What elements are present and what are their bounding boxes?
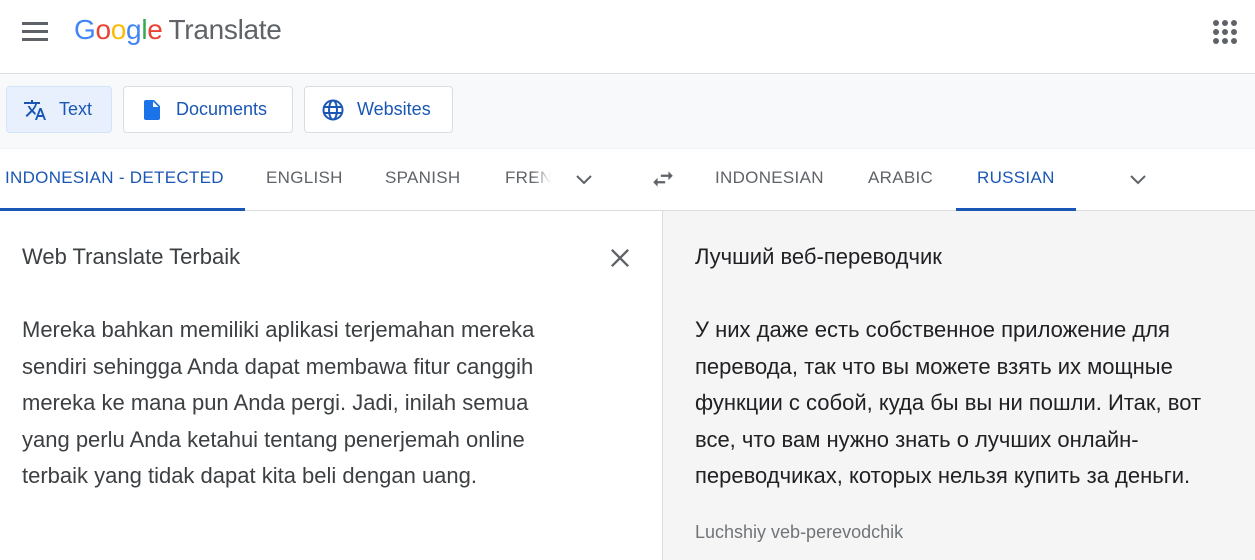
target-lang-more-chevron-down-icon[interactable]	[1126, 167, 1150, 191]
translation-output-area: Лучший веб-переводчик У них даже есть со…	[663, 211, 1255, 560]
mode-label: Text	[59, 99, 93, 119]
logo-letter: G	[74, 14, 96, 45]
target-lang-tab-arabic[interactable]: ARABIC	[868, 149, 933, 210]
mode-selector-bar: Text Documents Websites	[0, 74, 1255, 149]
romanization-text: Luchshiy veb-perevodchik	[695, 522, 904, 542]
clear-source-close-icon[interactable]	[606, 244, 634, 272]
mode-label: Documents	[176, 99, 268, 119]
google-apps-grid-icon[interactable]	[1213, 20, 1237, 44]
logo-letter: e	[147, 14, 163, 45]
translate-icon	[23, 98, 47, 122]
source-lang-tab-english[interactable]: ENGLISH	[266, 149, 343, 210]
hamburger-menu-icon[interactable]	[22, 22, 52, 44]
target-lang-tab-indonesian[interactable]: INDONESIAN	[715, 149, 824, 210]
source-lang-tab-french[interactable]: FREN	[505, 149, 551, 210]
source-lang-tab-spanish[interactable]: SPANISH	[385, 149, 460, 210]
swap-languages-icon[interactable]	[650, 166, 674, 190]
source-lang-more-chevron-down-icon[interactable]	[572, 167, 596, 191]
source-lang-tab-indonesian-detected[interactable]: INDONESIAN - DETECTED	[0, 149, 245, 211]
mode-documents-button[interactable]: Documents	[123, 86, 293, 133]
translation-panes: Web Translate Terbaik Mereka bahkan memi…	[0, 211, 1255, 560]
mode-text-button[interactable]: Text	[6, 86, 112, 133]
product-name: Translate	[168, 14, 282, 45]
globe-icon	[321, 98, 345, 122]
app-header: Google Translate	[0, 0, 1255, 74]
source-text-area[interactable]: Web Translate Terbaik Mereka bahkan memi…	[0, 211, 663, 560]
translated-text: Лучший веб-переводчик У них даже есть со…	[695, 244, 1202, 488]
document-icon	[140, 98, 164, 122]
mode-websites-button[interactable]: Websites	[304, 86, 453, 133]
logo-letter: g	[126, 14, 142, 45]
logo-letter: o	[110, 14, 127, 45]
source-text[interactable]: Web Translate Terbaik Mereka bahkan memi…	[22, 239, 534, 495]
logo-letter: o	[95, 14, 111, 45]
google-translate-logo[interactable]: Google Translate	[74, 14, 282, 46]
mode-label: Websites	[357, 99, 431, 119]
language-bar: INDONESIAN - DETECTED ENGLISH SPANISH FR…	[0, 149, 1255, 211]
target-lang-tab-russian[interactable]: RUSSIAN	[956, 149, 1076, 211]
